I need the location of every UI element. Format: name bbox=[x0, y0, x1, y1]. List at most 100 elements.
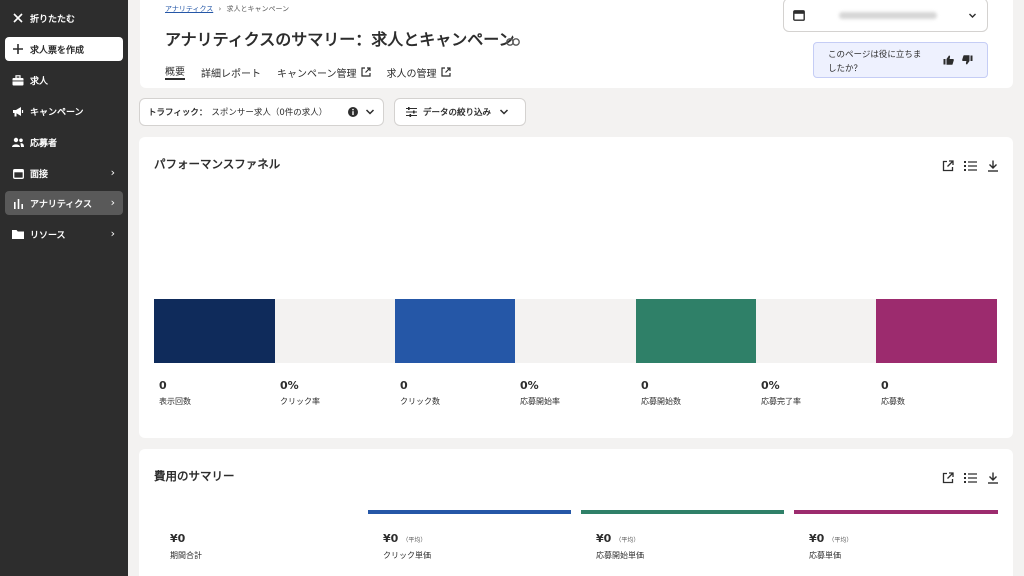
cost-average-note: （平均） bbox=[828, 537, 853, 544]
create-job-button[interactable]: 求人票を作成 bbox=[5, 37, 123, 61]
date-range-picker[interactable] bbox=[783, 0, 988, 32]
cost-per-apply-start: ¥0 （平均） 応募開始単価 bbox=[596, 532, 644, 561]
funnel-rate-area bbox=[515, 299, 636, 363]
date-range-value-redacted bbox=[839, 12, 937, 19]
tab-detailed-report[interactable]: 詳細レポート bbox=[201, 64, 261, 80]
briefcase-icon bbox=[11, 73, 25, 87]
cost-value: ¥0 bbox=[170, 532, 186, 545]
traffic-filter-value: スポンサー求人（0件の求人） bbox=[211, 108, 328, 118]
cost-total: ¥0 期間合計 bbox=[170, 532, 202, 561]
metric-value: 0 bbox=[641, 379, 649, 392]
tab-job-management[interactable]: 求人の管理 bbox=[387, 64, 451, 80]
cost-average-note: （平均） bbox=[615, 537, 640, 544]
cost-label: 応募開始単価 bbox=[596, 551, 644, 560]
tab-campaign-management[interactable]: キャンペーン管理 bbox=[277, 64, 371, 80]
thumbs-up-icon[interactable] bbox=[943, 55, 954, 70]
sidebar-item-interviews[interactable]: 面接 › bbox=[5, 161, 123, 185]
chevron-down-icon bbox=[365, 107, 375, 120]
performance-funnel-card: パフォーマンスファネル 0 表示回数 0% クリック率 0 クリック数 0% 応… bbox=[139, 137, 1013, 438]
sidebar-item-analytics[interactable]: アナリティクス › bbox=[5, 191, 123, 215]
metric-value: 0 bbox=[881, 379, 889, 392]
page-title: アナリティクスのサマリー：求人とキャンペーン bbox=[165, 30, 515, 49]
cost-per-application: ¥0 （平均） 応募単価 bbox=[809, 532, 852, 561]
sidebar-item-campaigns[interactable]: キャンペーン bbox=[5, 99, 123, 123]
metric-value: 0% bbox=[520, 379, 539, 392]
metric-label: クリック率 bbox=[280, 397, 320, 406]
cost-label: 期間合計 bbox=[170, 551, 202, 560]
cost-summary-title: 費用のサマリー bbox=[154, 469, 235, 483]
thumbs-down-icon[interactable] bbox=[962, 55, 973, 70]
list-icon[interactable] bbox=[964, 469, 977, 488]
cost-value: ¥0 bbox=[809, 532, 825, 545]
info-icon[interactable] bbox=[348, 107, 358, 120]
metric-value: 0% bbox=[280, 379, 299, 392]
tab-label: 概要 bbox=[165, 66, 185, 78]
people-icon bbox=[11, 135, 25, 149]
refine-data-button[interactable]: データの絞り込み bbox=[394, 98, 526, 126]
funnel-bar bbox=[154, 299, 275, 363]
cost-bar-cpc bbox=[368, 510, 571, 514]
breadcrumb-link[interactable]: アナリティクス bbox=[165, 5, 213, 13]
funnel-rate-area bbox=[756, 299, 877, 363]
calendar-icon bbox=[11, 166, 25, 180]
metric-label: 応募開始数 bbox=[641, 397, 681, 406]
sidebar-item-label: 求人 bbox=[30, 76, 49, 87]
cost-summary-card: 費用のサマリー ¥0 期間合計 ¥0 （平均） クリック単価 ¥0 （平均） 応募開… bbox=[139, 449, 1013, 576]
breadcrumb: アナリティクス › 求人とキャンペーン bbox=[165, 4, 289, 14]
sidebar-item-label: キャンペーン bbox=[30, 107, 84, 118]
chevron-down-icon bbox=[499, 107, 509, 117]
cost-value: ¥0 bbox=[383, 532, 399, 545]
funnel-bar bbox=[395, 299, 516, 363]
sidebar-item-label: 応募者 bbox=[30, 138, 58, 149]
external-link-icon bbox=[360, 67, 371, 77]
chevron-right-icon: › bbox=[110, 227, 115, 240]
folder-icon bbox=[11, 227, 25, 241]
collapse-sidebar-button[interactable]: 折りたたむ bbox=[5, 6, 123, 30]
sidebar: 折りたたむ 求人票を作成 求人 キャンペーン 応募者 面接 › アナリティクス … bbox=[0, 0, 128, 576]
tab-bar: 概要 詳細レポート キャンペーン管理 求人の管理 bbox=[165, 64, 451, 80]
breadcrumb-separator: › bbox=[218, 5, 222, 13]
tab-overview[interactable]: 概要 bbox=[165, 64, 185, 80]
cost-label: 応募単価 bbox=[809, 551, 841, 560]
collapse-label: 折りたたむ bbox=[30, 14, 76, 25]
create-job-label: 求人票を作成 bbox=[30, 45, 85, 56]
chevron-down-icon bbox=[968, 5, 977, 24]
list-icon[interactable] bbox=[964, 157, 977, 176]
cost-bar-application bbox=[794, 510, 998, 514]
metric-value: 0% bbox=[761, 379, 780, 392]
open-external-icon[interactable] bbox=[942, 157, 954, 176]
chevron-right-icon: › bbox=[110, 166, 115, 179]
cost-average-note: （平均） bbox=[402, 537, 427, 544]
feedback-prompt: このページは役に立ちま したか？ bbox=[813, 42, 988, 78]
sliders-icon bbox=[406, 107, 417, 117]
download-icon[interactable] bbox=[987, 157, 999, 176]
breadcrumb-current: 求人とキャンペーン bbox=[226, 5, 290, 13]
close-icon bbox=[11, 11, 25, 25]
metric-label: 応募完了率 bbox=[761, 397, 801, 406]
funnel-rate-area bbox=[275, 299, 396, 363]
metric-label: 応募数 bbox=[881, 397, 905, 406]
calendar-icon bbox=[793, 6, 805, 25]
external-link-icon bbox=[440, 67, 451, 77]
link-icon[interactable] bbox=[506, 31, 520, 50]
traffic-filter-label: トラフィック： bbox=[148, 108, 208, 118]
sidebar-item-applicants[interactable]: 応募者 bbox=[5, 130, 123, 154]
chevron-right-icon: › bbox=[110, 196, 115, 209]
cost-value: ¥0 bbox=[596, 532, 612, 545]
metric-label: クリック数 bbox=[400, 397, 440, 406]
tab-label: 詳細レポート bbox=[201, 68, 261, 80]
sidebar-item-label: リソース bbox=[30, 230, 66, 241]
open-external-icon[interactable] bbox=[942, 469, 954, 488]
cost-label: クリック単価 bbox=[383, 551, 431, 560]
analytics-icon bbox=[11, 196, 25, 210]
refine-data-label: データの絞り込み bbox=[423, 108, 492, 118]
metric-value: 0 bbox=[159, 379, 167, 392]
tab-label: キャンペーン管理 bbox=[277, 68, 357, 80]
sidebar-item-jobs[interactable]: 求人 bbox=[5, 68, 123, 92]
metric-label: 応募開始率 bbox=[520, 397, 560, 406]
download-icon[interactable] bbox=[987, 469, 999, 488]
megaphone-icon bbox=[11, 104, 25, 118]
sidebar-item-resources[interactable]: リソース › bbox=[5, 222, 123, 246]
funnel-bar bbox=[636, 299, 757, 363]
traffic-filter-dropdown[interactable]: トラフィック： スポンサー求人（0件の求人） bbox=[139, 98, 384, 126]
